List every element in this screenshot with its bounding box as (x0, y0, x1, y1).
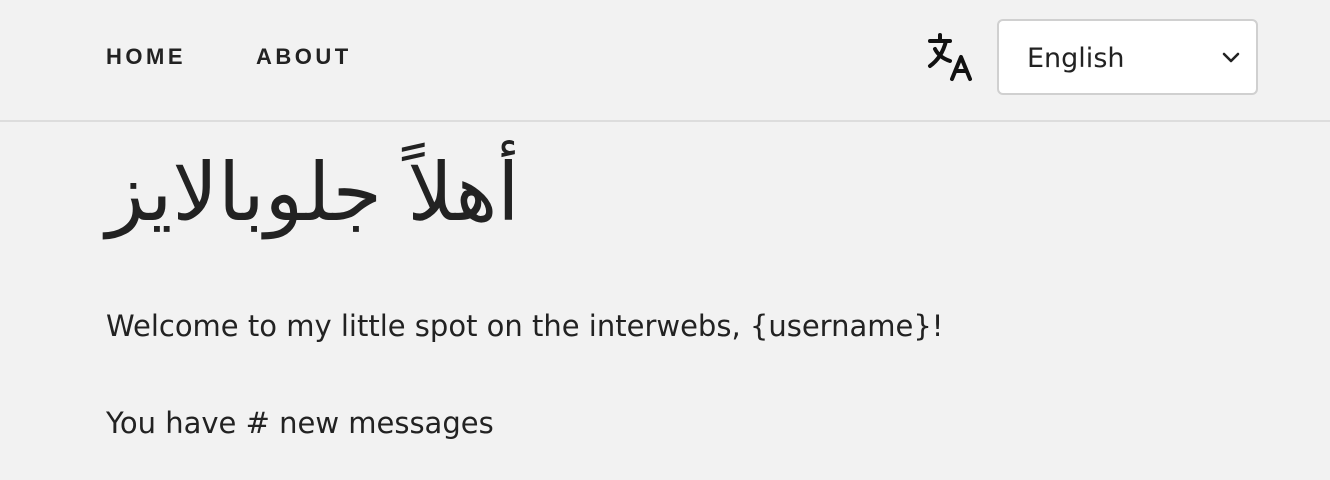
welcome-text: Welcome to my little spot on the interwe… (106, 309, 944, 343)
greeting-heading: أهلاً جلوبالايز (106, 146, 520, 239)
nav-link-about[interactable]: ABOUT (256, 44, 352, 70)
messages-count-text: You have # new messages (106, 406, 494, 440)
top-navigation-bar: HOME ABOUT English (0, 0, 1330, 122)
translate-icon (926, 31, 978, 83)
nav-link-home[interactable]: HOME (106, 44, 186, 70)
chevron-down-icon (1222, 50, 1240, 64)
language-select-value: English (1027, 43, 1125, 74)
language-select[interactable]: English (997, 19, 1258, 95)
main-nav: HOME ABOUT (106, 44, 352, 70)
